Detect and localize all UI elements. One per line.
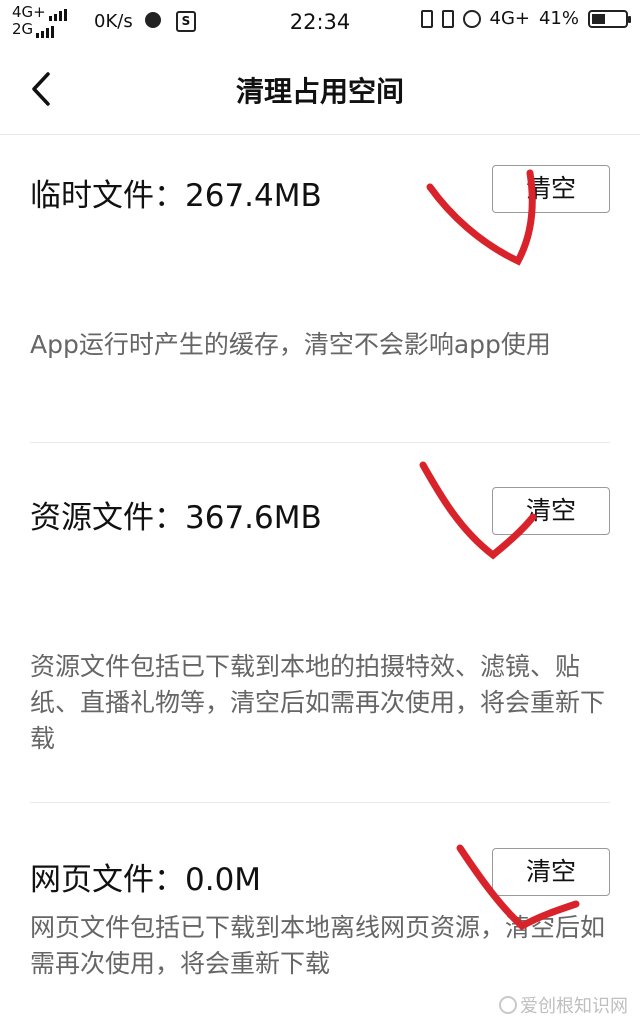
alarm-icon (462, 9, 481, 28)
divider (30, 802, 610, 803)
watermark-text: 爱创根知识网 (520, 996, 628, 1017)
temp-files-title: 临时文件：267.4MB (30, 178, 322, 214)
battery-icon (588, 9, 631, 28)
nav-header: 清理占用空间 (0, 50, 640, 135)
temp-files-description: App运行时产生的缓存，清空不会影响app使用 (30, 330, 551, 359)
clear-web-files-button[interactable]: 清空 (492, 848, 610, 896)
divider (30, 442, 610, 443)
watermark: 爱创根知识网 (495, 990, 632, 1020)
clear-resource-files-button[interactable]: 清空 (492, 487, 610, 535)
vibrate-icon (441, 9, 454, 28)
web-files-description: 网页文件包括已下载到本地离线网页资源，清空后如需再次使用，将会重新下载 (30, 913, 606, 978)
watermark-logo-icon (499, 996, 517, 1014)
screen: 4G+ 2G 0K/s S 22:34 4G+ 41% 清理占用空间 临时文件：… (0, 0, 640, 1024)
status-bar: 4G+ 2G 0K/s S 22:34 4G+ 41% (0, 0, 640, 44)
web-files-title: 网页文件：0.0M (30, 862, 262, 898)
resource-files-description: 资源文件包括已下载到本地的拍摄特效、滤镜、贴纸、直播礼物等，清空后如需再次使用，… (30, 652, 606, 753)
resource-files-title: 资源文件：367.6MB (30, 500, 322, 536)
page-title: 清理占用空间 (235, 75, 404, 108)
status-right: 4G+ 41% (420, 8, 631, 29)
clear-temp-files-button[interactable]: 清空 (492, 165, 610, 213)
battery-percent: 41% (538, 8, 579, 29)
network-type-label-3: 4G+ (489, 8, 530, 29)
battery-saver-icon (420, 9, 433, 28)
